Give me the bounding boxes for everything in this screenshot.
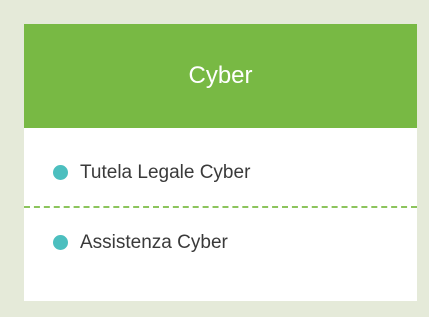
list-item-label: Assistenza Cyber bbox=[80, 232, 228, 253]
list-item-tutela-legale-cyber[interactable]: Tutela Legale Cyber bbox=[24, 138, 417, 206]
card-header: Cyber bbox=[24, 24, 417, 128]
cyber-card: Cyber Tutela Legale Cyber Assistenza Cyb… bbox=[24, 24, 417, 301]
list-item-assistenza-cyber[interactable]: Assistenza Cyber bbox=[24, 208, 417, 277]
bullet-dot-icon bbox=[53, 164, 68, 180]
bullet-dot-icon bbox=[53, 235, 68, 250]
card-title: Cyber bbox=[188, 62, 253, 89]
list-item-label: Tutela Legale Cyber bbox=[80, 161, 251, 183]
